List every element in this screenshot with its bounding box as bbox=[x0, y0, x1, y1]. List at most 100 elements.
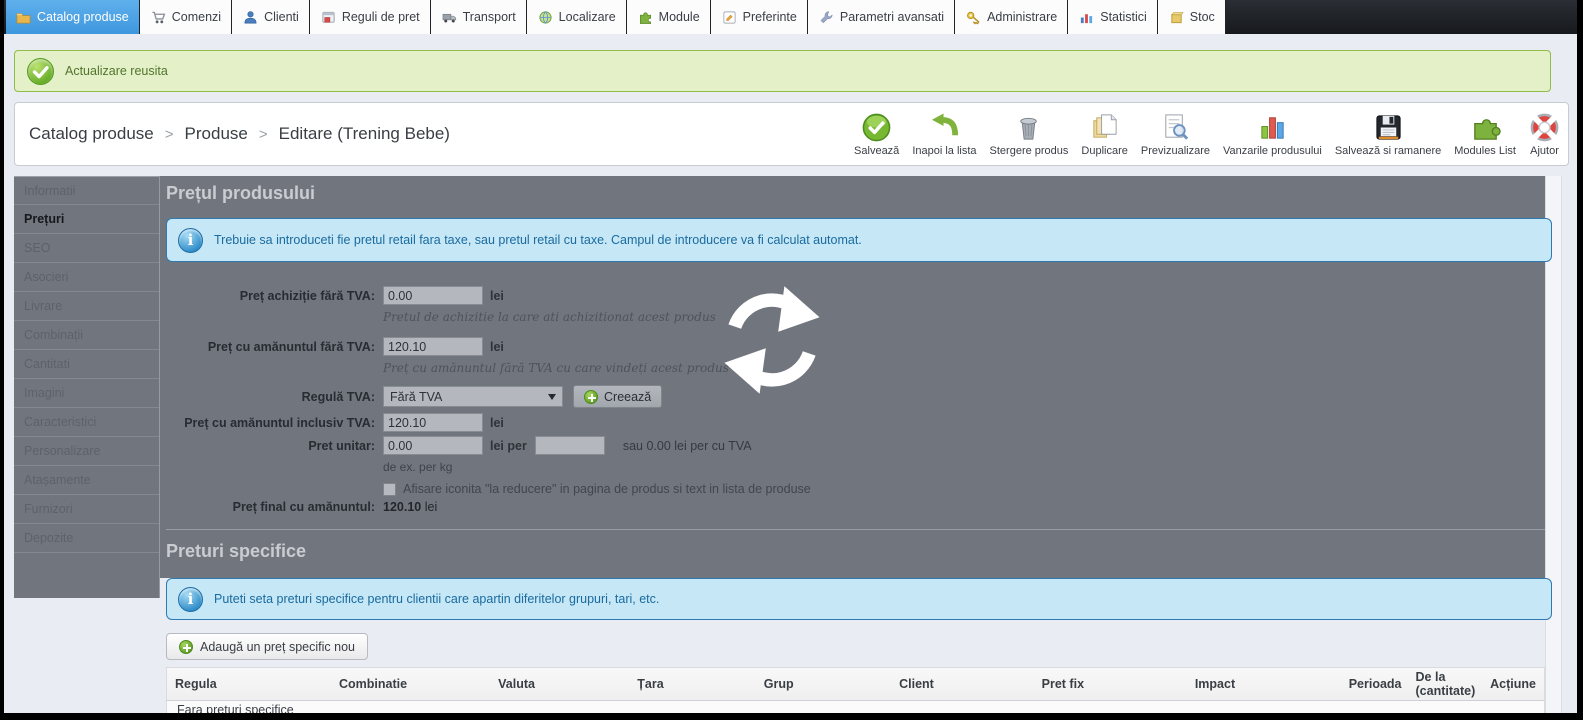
sidebar-item-livrare[interactable]: Livrare bbox=[14, 292, 159, 321]
info-icon: i bbox=[178, 227, 203, 253]
add-specific-price-button[interactable]: Adaugă un preț specific nou bbox=[166, 633, 368, 660]
product-sales-button[interactable]: Vanzarile produsului bbox=[1223, 112, 1322, 157]
tab-clienti[interactable]: Clienti bbox=[232, 0, 310, 34]
retail-incl-tax-unit: lei bbox=[490, 415, 504, 430]
toolitem-label: Salvează si ramanere bbox=[1334, 144, 1442, 157]
purchase-price-unit: lei bbox=[490, 288, 504, 303]
unit-price-per-input[interactable] bbox=[534, 436, 605, 455]
sidebar-item-atasamente[interactable]: Atașamente bbox=[14, 466, 159, 495]
preview-icon bbox=[1165, 113, 1189, 140]
folder-icon bbox=[16, 12, 31, 23]
duplicate-button[interactable]: Duplicare bbox=[1081, 112, 1128, 157]
module-puzzle-icon bbox=[1473, 118, 1501, 140]
add-button-label: Adaugă un preț specific nou bbox=[200, 639, 355, 654]
save-and-stay-button[interactable]: Salvează si ramanere bbox=[1335, 112, 1441, 157]
retail-incl-tax-input[interactable] bbox=[383, 413, 483, 432]
on-sale-checkbox[interactable] bbox=[383, 482, 396, 496]
modules-list-button[interactable]: Modules List bbox=[1454, 112, 1516, 157]
retail-incl-tax-label: Preț cu amănuntul inclusiv TVA: bbox=[184, 415, 375, 430]
specific-prices-table: Regula Combinatie Valuta Țara Grup Clien… bbox=[166, 667, 1545, 713]
box-icon bbox=[1171, 11, 1184, 23]
tax-rule-select[interactable]: Fără TVA bbox=[383, 386, 563, 407]
sidebar-item-preturi[interactable]: Prețuri bbox=[14, 205, 159, 234]
table-header-row: Regula Combinatie Valuta Țara Grup Clien… bbox=[166, 667, 1545, 701]
tab-parametri-avansati[interactable]: Parametri avansati bbox=[807, 0, 956, 34]
specific-prices-info-text: Puteti seta preturi specifice pentru cli… bbox=[214, 592, 660, 606]
tab-label: Administrare bbox=[987, 10, 1058, 24]
refresh-spinner-icon bbox=[724, 286, 820, 394]
back-to-list-button[interactable]: Inapoi la lista bbox=[912, 112, 977, 157]
sidebar-item-cantitati[interactable]: Cantitati bbox=[14, 350, 159, 379]
product-tabs-sidebar: Informatii Prețuri SEO Asocieri Livrare … bbox=[14, 176, 160, 598]
save-button[interactable]: Salvează bbox=[854, 112, 899, 157]
tab-label: Reguli de pret bbox=[341, 10, 420, 24]
section-title-pricing: Prețul produsului bbox=[166, 183, 316, 203]
final-price-value: 120.10 lei bbox=[383, 500, 438, 514]
sidebar-item-asocieri[interactable]: Asocieri bbox=[14, 263, 159, 292]
section-divider bbox=[166, 529, 1545, 530]
final-price-label: Preț final cu amănuntul: bbox=[232, 500, 375, 514]
tab-statistici[interactable]: Statistici bbox=[1068, 0, 1158, 34]
col-actiune: Acțiune bbox=[1490, 677, 1536, 691]
floppy-icon bbox=[1375, 114, 1401, 140]
tab-localizare[interactable]: Localizare bbox=[526, 0, 627, 34]
plus-icon bbox=[584, 389, 598, 404]
unit-price-suffix: sau 0.00 lei per cu TVA bbox=[622, 438, 752, 453]
toolitem-label: Inapoi la lista bbox=[912, 144, 977, 157]
breadcrumb-item-produse[interactable]: Produse bbox=[185, 124, 248, 144]
unit-price-input[interactable] bbox=[383, 436, 483, 455]
breadcrumb: Catalog produse > Produse > Editare (Tre… bbox=[29, 124, 450, 144]
toolitem-label: Vanzarile produsului bbox=[1222, 144, 1322, 157]
sidebar-item-imagini[interactable]: Imagini bbox=[14, 379, 159, 408]
duplicate-icon bbox=[1093, 113, 1117, 138]
product-toolbar: Salvează Inapoi la lista Stergere produs… bbox=[854, 112, 1560, 157]
tab-module[interactable]: Module bbox=[626, 0, 711, 34]
create-button-label: Creează bbox=[604, 389, 652, 404]
admin-page: Catalog produse Comenzi Clienti Reguli d… bbox=[4, 0, 1577, 713]
col-combinatie: Combinatie bbox=[339, 677, 408, 691]
success-banner: Actualizare reusita bbox=[14, 50, 1551, 92]
col-grup: Grup bbox=[763, 677, 794, 691]
tab-catalog-produse[interactable]: Catalog produse bbox=[6, 0, 140, 34]
help-button[interactable]: Ajutor bbox=[1529, 112, 1560, 157]
preview-button[interactable]: Previzualizare bbox=[1141, 112, 1210, 157]
sidebar-item-furnizori[interactable]: Furnizori bbox=[14, 495, 159, 524]
retail-price-input[interactable] bbox=[383, 337, 483, 356]
delete-product-button[interactable]: Stergere produs bbox=[990, 112, 1068, 157]
tab-transport[interactable]: Transport bbox=[430, 0, 527, 34]
cart-icon bbox=[152, 11, 166, 23]
sidebar-item-combinatii[interactable]: Combinații bbox=[14, 321, 159, 350]
unit-price-label: Pret unitar: bbox=[308, 438, 375, 453]
sidebar-item-caracteristici[interactable]: Caracteristici bbox=[14, 408, 159, 437]
sidebar-item-seo[interactable]: SEO bbox=[14, 234, 159, 263]
sidebar-item-informatii[interactable]: Informatii bbox=[14, 176, 159, 205]
tab-comenzi[interactable]: Comenzi bbox=[139, 0, 233, 34]
tab-label: Clienti bbox=[264, 10, 299, 24]
table-empty-row: Fara preturi specifice bbox=[166, 701, 1545, 713]
sidebar-item-depozite[interactable]: Depozite bbox=[14, 524, 159, 553]
wrench-icon bbox=[820, 10, 833, 23]
retail-price-label: Preț cu amănuntul fără TVA: bbox=[207, 339, 375, 354]
purchase-price-input[interactable] bbox=[383, 286, 483, 305]
tab-label: Parametri avansati bbox=[839, 10, 945, 24]
person-icon bbox=[244, 10, 257, 23]
purchase-price-label: Preț achiziție fără TVA: bbox=[239, 288, 375, 303]
tab-stoc[interactable]: Stoc bbox=[1157, 0, 1226, 34]
breadcrumb-item-catalog[interactable]: Catalog produse bbox=[29, 124, 154, 144]
lifebuoy-icon bbox=[1530, 113, 1559, 141]
tab-preferinte[interactable]: Preferinte bbox=[710, 0, 808, 34]
breadcrumb-item-editare: Editare (Trening Bebe) bbox=[278, 124, 450, 143]
globe-icon bbox=[539, 10, 552, 24]
tab-administrare[interactable]: Administrare bbox=[955, 0, 1069, 34]
note-pencil-icon bbox=[723, 10, 736, 24]
col-valuta: Valuta bbox=[498, 677, 535, 691]
retail-price-unit: lei bbox=[490, 339, 504, 354]
dropdown-caret-icon bbox=[548, 393, 556, 400]
toolitem-label: Salvează bbox=[854, 144, 900, 157]
col-perioada: Perioada bbox=[1348, 677, 1402, 691]
sidebar-item-personalizare[interactable]: Personalizare bbox=[14, 437, 159, 466]
tab-reguli-de-pret[interactable]: Reguli de pret bbox=[309, 0, 431, 34]
price-rules-icon bbox=[322, 11, 335, 23]
tab-label: Stoc bbox=[1189, 10, 1215, 24]
create-tax-rule-button[interactable]: Creează bbox=[573, 385, 663, 408]
